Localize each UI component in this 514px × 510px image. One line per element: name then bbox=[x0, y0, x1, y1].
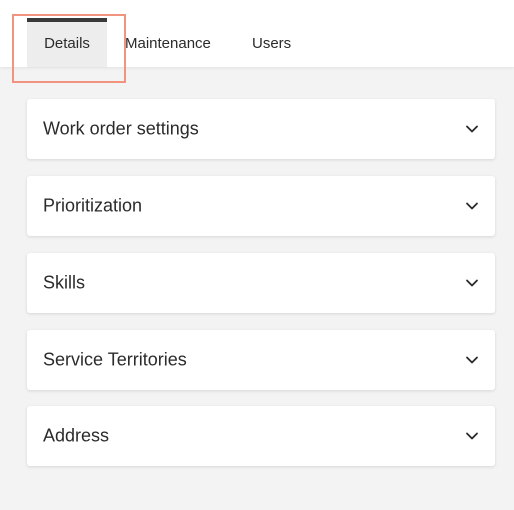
section-service-territories[interactable]: Service Territories bbox=[27, 330, 495, 390]
tab-maintenance[interactable]: Maintenance bbox=[125, 18, 225, 67]
chevron-down-icon[interactable] bbox=[465, 276, 479, 290]
tab-maintenance-label: Maintenance bbox=[125, 35, 211, 52]
section-address[interactable]: Address bbox=[27, 406, 495, 466]
chevron-down-icon[interactable] bbox=[465, 353, 479, 367]
chevron-down-icon[interactable] bbox=[465, 122, 479, 136]
section-skills[interactable]: Skills bbox=[27, 253, 495, 313]
section-title: Skills bbox=[43, 272, 86, 293]
chevron-down-icon[interactable] bbox=[465, 429, 479, 443]
section-title: Service Territories bbox=[43, 349, 187, 370]
section-title: Work order settings bbox=[43, 118, 199, 139]
section-work-order-settings[interactable]: Work order settings bbox=[27, 99, 495, 159]
tab-users[interactable]: Users bbox=[252, 18, 298, 67]
chevron-down-icon[interactable] bbox=[465, 199, 479, 213]
section-title: Prioritization bbox=[43, 195, 143, 216]
tab-details[interactable]: Details bbox=[27, 18, 107, 67]
section-title: Address bbox=[43, 425, 110, 446]
section-prioritization[interactable]: Prioritization bbox=[27, 176, 495, 236]
tab-bar: Details Maintenance Users bbox=[0, 0, 514, 67]
tab-details-label: Details bbox=[44, 35, 90, 52]
tab-users-label: Users bbox=[252, 35, 292, 52]
